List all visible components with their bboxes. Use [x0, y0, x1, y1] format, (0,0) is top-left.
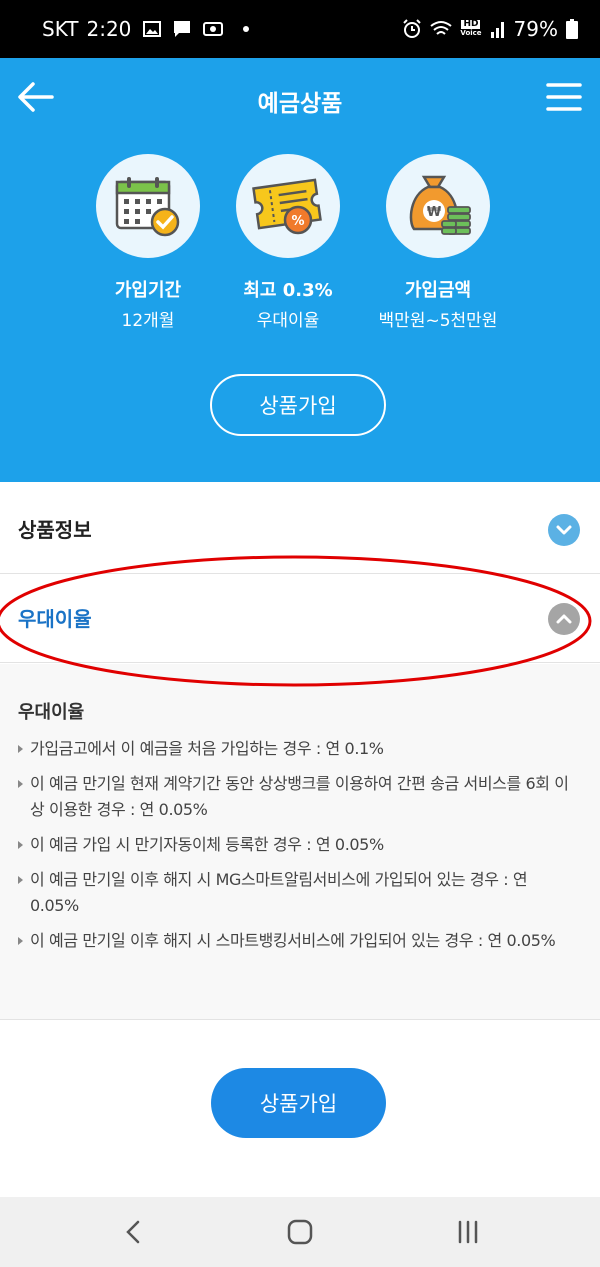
wifi-icon — [430, 20, 453, 38]
alarm-icon — [402, 19, 422, 39]
nav-recent-apps-icon[interactable] — [448, 1217, 488, 1247]
rate-condition-text: 가입금고에서 이 예금을 처음 가입하는 경우 : 연 0.1% — [30, 739, 384, 758]
hamburger-menu-icon — [546, 83, 582, 111]
accordion-preferential-rate-label: 우대이율 — [18, 607, 92, 631]
battery-percent: 79% — [513, 17, 558, 41]
nav-back-icon[interactable] — [113, 1217, 153, 1247]
bullet-icon — [18, 841, 23, 849]
status-left: SKT 2:20 — [42, 17, 250, 41]
more-notifications-dot — [243, 26, 250, 32]
hd-voice-icon: HD Voice — [460, 20, 481, 38]
rate-ticket-icon: % — [252, 178, 322, 235]
rate-condition-item: 이 예금 만기일 이후 해지 시 스마트뱅킹서비스에 가입되어 있는 경우 : … — [18, 928, 574, 954]
rate-condition-item: 이 예금 만기일 이후 해지 시 MG스마트알림서비스에 가입되어 있는 경우 … — [18, 867, 574, 919]
rate-condition-text: 이 예금 만기일 현재 계약기간 동안 상상뱅크를 이용하여 간편 송금 서비스… — [30, 774, 569, 819]
clock: 2:20 — [86, 17, 132, 41]
bullet-icon — [18, 876, 23, 884]
feature-amount-badge: ₩ — [386, 154, 490, 258]
chevron-up-icon[interactable] — [548, 603, 580, 635]
feature-amount: ₩ 가입금액 백만원~5천만원 — [358, 154, 518, 331]
accordion-preferential-rate[interactable]: 우대이율 — [0, 575, 600, 663]
battery-icon — [566, 19, 578, 39]
feature-period: 가입기간 12개월 — [68, 154, 228, 331]
feature-rate: % 최고 0.3% 우대이율 — [208, 154, 368, 331]
feature-rate-value: 우대이율 — [256, 311, 320, 331]
join-product-button-top[interactable]: 상품가입 — [210, 374, 386, 436]
accordion-product-info[interactable]: 상품정보 — [0, 486, 600, 574]
won-glyph: ₩ — [427, 205, 442, 220]
rate-condition-item: 이 예금 만기일 현재 계약기간 동안 상상뱅크를 이용하여 간편 송금 서비스… — [18, 771, 574, 823]
feature-period-badge — [96, 154, 200, 258]
chevron-down-icon[interactable] — [548, 514, 580, 546]
nav-home-icon[interactable] — [280, 1217, 320, 1247]
preferential-rate-panel: 우대이율 가입금고에서 이 예금을 처음 가입하는 경우 : 연 0.1% 이 … — [0, 664, 600, 1020]
rate-condition-text: 이 예금 만기일 이후 해지 시 스마트뱅킹서비스에 가입되어 있는 경우 : … — [30, 931, 556, 950]
carrier-label: SKT — [42, 17, 79, 41]
rate-condition-item: 가입금고에서 이 예금을 처음 가입하는 경우 : 연 0.1% — [18, 736, 574, 762]
feature-rate-title: 최고 0.3% — [243, 280, 333, 301]
gallery-icon — [143, 21, 162, 37]
bullet-icon — [18, 937, 23, 945]
menu-button[interactable] — [546, 82, 582, 112]
rate-condition-item: 이 예금 가입 시 만기자동이체 등록한 경우 : 연 0.05% — [18, 832, 574, 858]
accordion-product-info-label: 상품정보 — [18, 518, 92, 542]
percent-glyph: % — [291, 214, 304, 229]
status-right: HD Voice 79% — [402, 17, 578, 41]
status-bar: SKT 2:20 HD Voice 79% — [0, 0, 600, 58]
page-title: 예금상품 — [257, 91, 343, 117]
system-nav-bar — [0, 1197, 600, 1267]
bullet-icon — [18, 780, 23, 788]
hd-label: HD — [461, 19, 481, 29]
rate-condition-text: 이 예금 가입 시 만기자동이체 등록한 경우 : 연 0.05% — [30, 835, 384, 854]
header-banner: 예금상품 가입기간 12개월 % 최고 0.3% 우대이율 ₩ 가입금액 백만원… — [0, 58, 600, 482]
feature-rate-badge: % — [236, 154, 340, 258]
join-product-button-bottom[interactable]: 상품가입 — [211, 1068, 386, 1138]
money-bag-icon: ₩ — [409, 175, 471, 235]
notification-icon — [203, 21, 224, 37]
rate-condition-text: 이 예금 만기일 이후 해지 시 MG스마트알림서비스에 가입되어 있는 경우 … — [30, 870, 528, 915]
feature-amount-value: 백만원~5천만원 — [378, 311, 498, 331]
feature-period-value: 12개월 — [121, 311, 175, 331]
voice-label: Voice — [460, 29, 482, 37]
rate-conditions-list: 가입금고에서 이 예금을 처음 가입하는 경우 : 연 0.1% 이 예금 만기… — [18, 736, 574, 963]
bullet-icon — [18, 745, 23, 753]
message-icon — [173, 20, 191, 38]
feature-period-title: 가입기간 — [114, 280, 182, 301]
rate-panel-title: 우대이율 — [18, 702, 85, 723]
feature-amount-title: 가입금액 — [404, 280, 472, 301]
calendar-check-icon — [115, 177, 180, 237]
signal-icon — [490, 20, 506, 38]
